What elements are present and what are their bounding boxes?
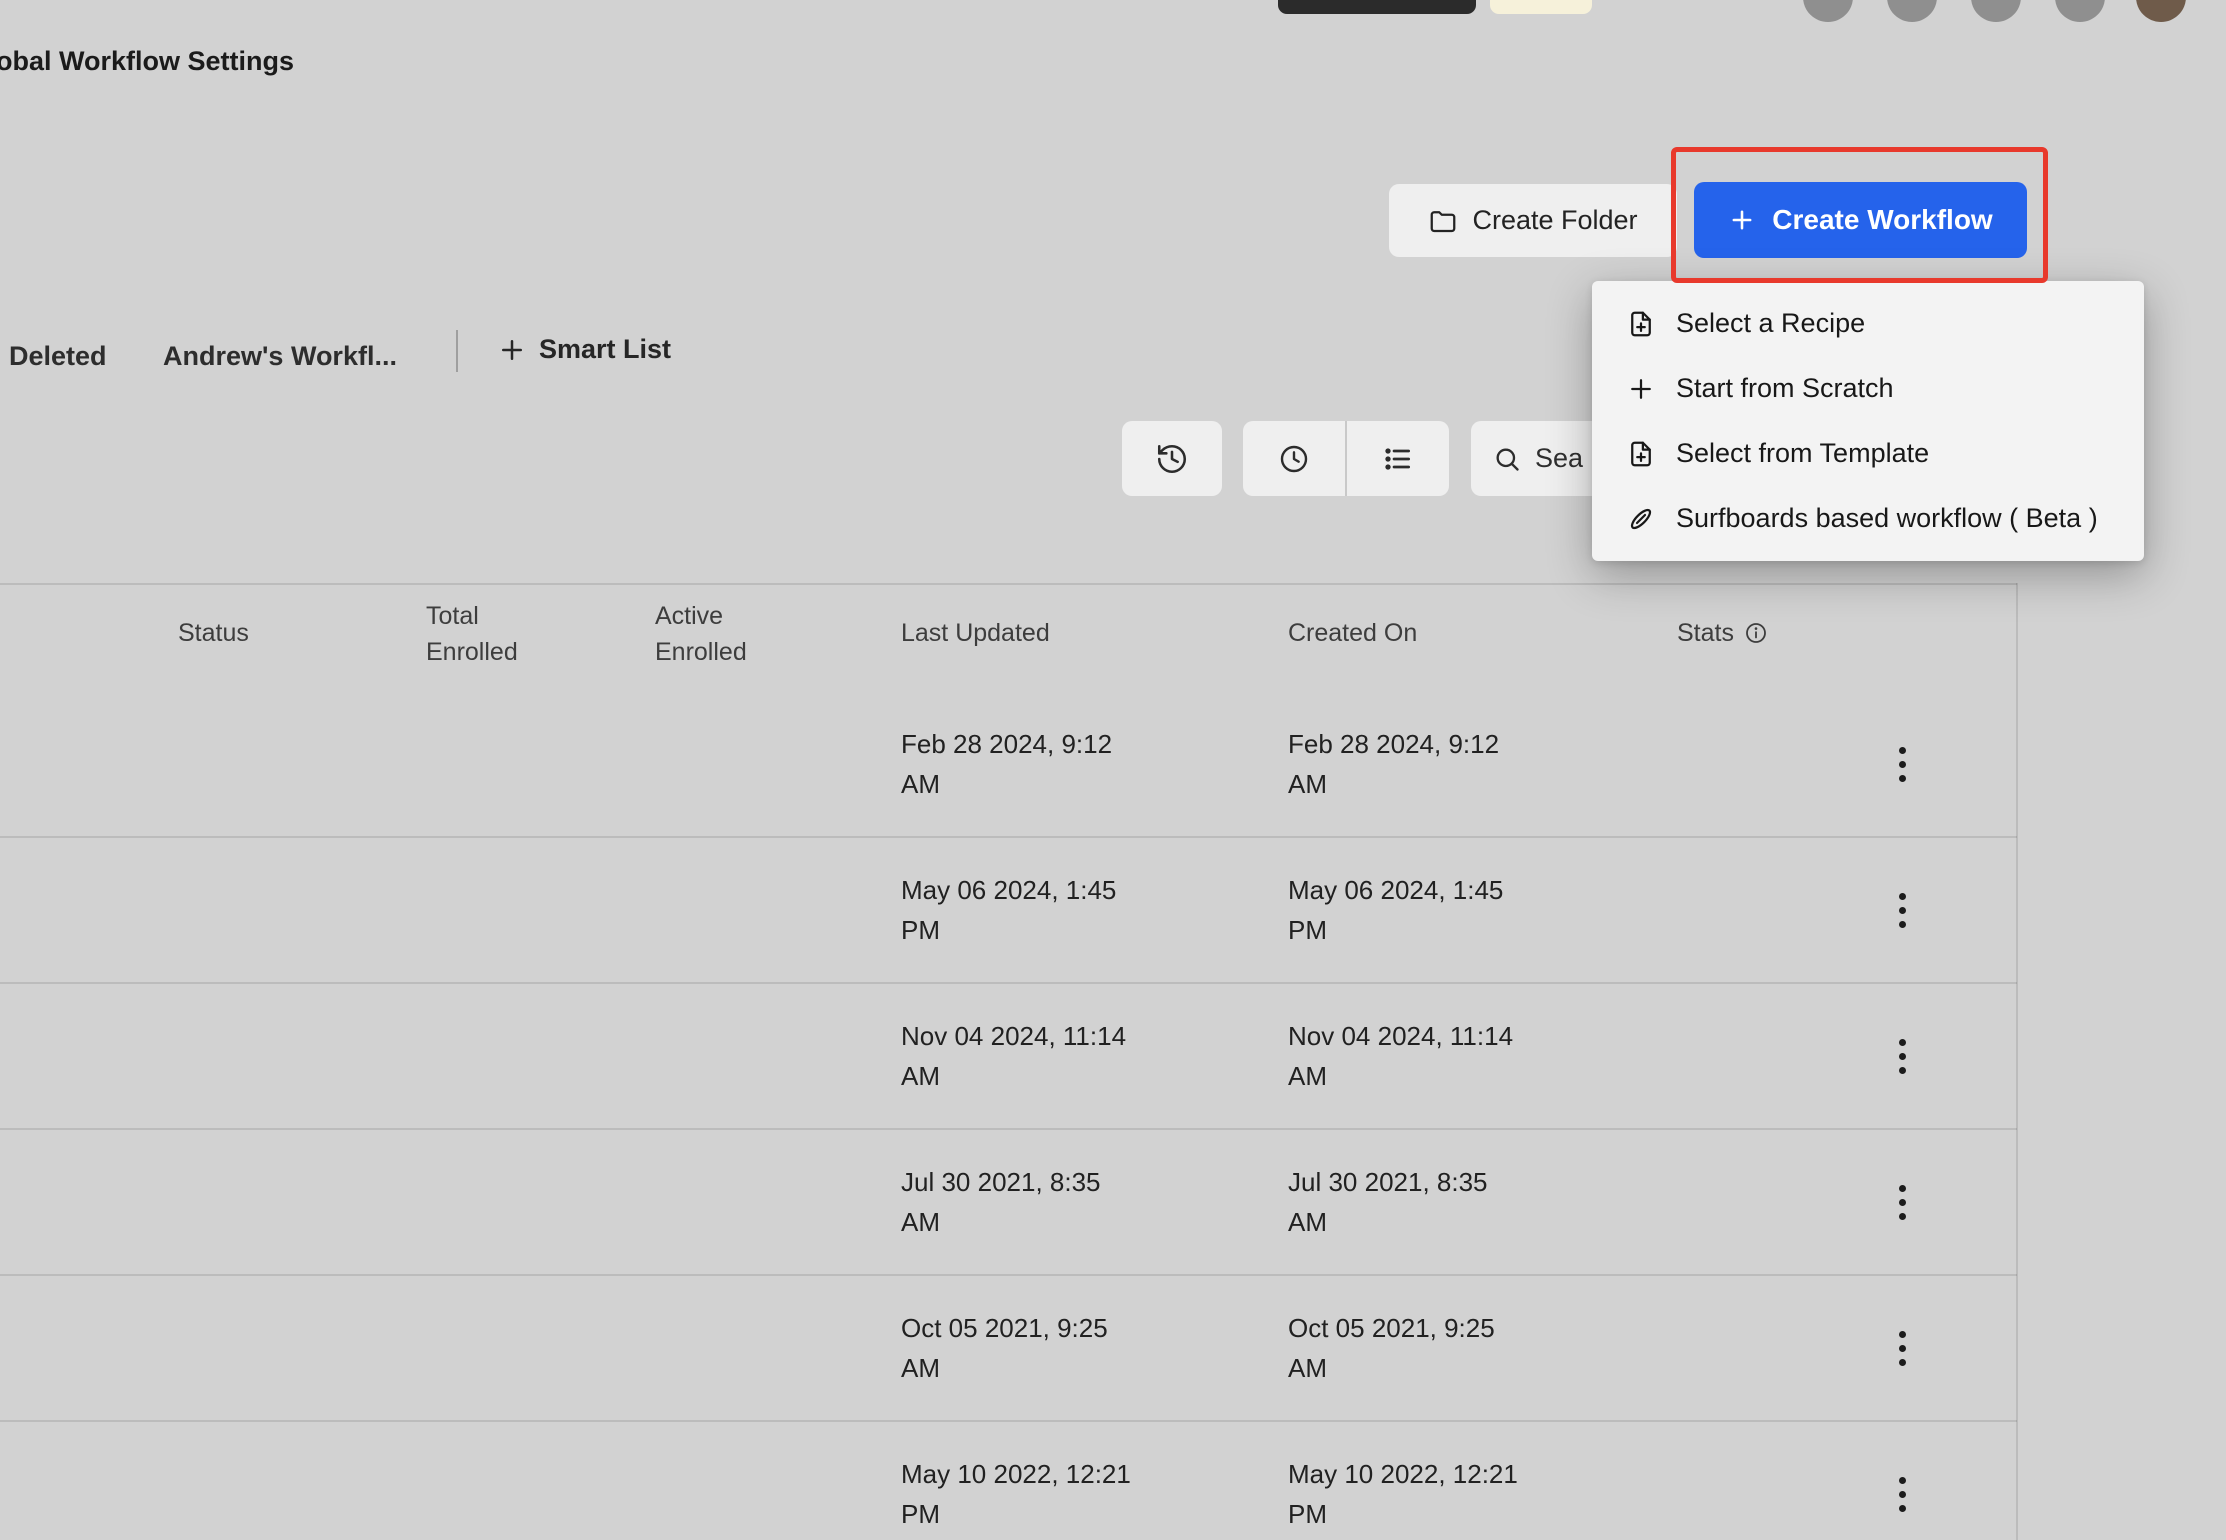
avatar[interactable] bbox=[1971, 0, 2021, 22]
clock-icon bbox=[1278, 443, 1310, 475]
column-header-total-enrolled: Total Enrolled bbox=[426, 602, 518, 666]
topbar-partial-button[interactable] bbox=[1278, 0, 1476, 14]
row-actions-kebab-icon[interactable] bbox=[1878, 722, 1926, 806]
table-row[interactable]: May 10 2022, 12:21 PM May 10 2022, 12:21… bbox=[0, 1422, 2017, 1540]
avatar[interactable] bbox=[1887, 0, 1937, 22]
row-actions-kebab-icon[interactable] bbox=[1878, 1452, 1926, 1536]
create-folder-label: Create Folder bbox=[1472, 205, 1638, 235]
avatar[interactable] bbox=[1803, 0, 1853, 22]
created-on-cell: Jul 30 2021, 8:35 AM bbox=[1288, 1167, 1488, 1237]
surfboard-icon bbox=[1626, 504, 1656, 534]
create-workflow-button[interactable]: Create Workflow bbox=[1694, 182, 2027, 258]
plus-icon bbox=[1728, 206, 1756, 234]
search-value: Sea bbox=[1535, 443, 1584, 473]
column-header-stats: Stats bbox=[1677, 615, 1768, 651]
column-header-created-on: Created On bbox=[1288, 619, 1418, 647]
menu-item-label: Select a Recipe bbox=[1676, 308, 1866, 338]
tab-deleted[interactable]: Deleted bbox=[9, 341, 107, 372]
topbar-partial-badge[interactable] bbox=[1490, 0, 1592, 14]
folder-icon bbox=[1428, 206, 1458, 236]
created-on-cell: May 06 2024, 1:45 PM bbox=[1288, 875, 1504, 945]
table-row[interactable]: Feb 28 2024, 9:12 AM Feb 28 2024, 9:12 A… bbox=[0, 692, 2017, 838]
created-on-cell: Oct 05 2021, 9:25 AM bbox=[1288, 1313, 1495, 1383]
recent-view-toggle[interactable] bbox=[1243, 421, 1345, 496]
row-actions-kebab-icon[interactable] bbox=[1878, 1306, 1926, 1390]
plus-icon bbox=[1626, 374, 1656, 404]
tab-andrews-workflows[interactable]: Andrew's Workfl... bbox=[163, 341, 397, 372]
workflows-page: obal Workflow Settings Create Folder Cre… bbox=[0, 0, 2226, 1540]
row-actions-kebab-icon[interactable] bbox=[1878, 1014, 1926, 1098]
plus-icon bbox=[497, 335, 527, 365]
list-icon bbox=[1382, 443, 1414, 475]
created-on-cell: May 10 2022, 12:21 PM bbox=[1288, 1459, 1518, 1529]
view-toggle bbox=[1243, 421, 1449, 496]
info-icon[interactable] bbox=[1744, 621, 1768, 645]
avatar[interactable] bbox=[2136, 0, 2186, 22]
search-icon bbox=[1493, 445, 1521, 473]
create-workflow-label: Create Workflow bbox=[1772, 204, 1993, 235]
last-updated-cell: Oct 05 2021, 9:25 AM bbox=[901, 1313, 1108, 1383]
add-smart-list-button[interactable]: Smart List bbox=[497, 334, 671, 365]
row-actions-kebab-icon[interactable] bbox=[1878, 868, 1926, 952]
menu-item-surfboards-workflow[interactable]: Surfboards based workflow ( Beta ) bbox=[1592, 486, 2144, 551]
table-row[interactable]: May 06 2024, 1:45 PM May 06 2024, 1:45 P… bbox=[0, 838, 2017, 984]
history-button[interactable] bbox=[1122, 421, 1222, 496]
table-row[interactable]: Oct 05 2021, 9:25 AM Oct 05 2021, 9:25 A… bbox=[0, 1276, 2017, 1422]
row-actions-kebab-icon[interactable] bbox=[1878, 1160, 1926, 1244]
history-icon bbox=[1155, 442, 1189, 476]
menu-item-label: Select from Template bbox=[1676, 438, 1930, 468]
last-updated-cell: May 10 2022, 12:21 PM bbox=[901, 1459, 1131, 1529]
file-plus-icon bbox=[1626, 309, 1656, 339]
menu-item-start-from-scratch[interactable]: Start from Scratch bbox=[1592, 356, 2144, 421]
smart-list-label: Smart List bbox=[539, 334, 672, 364]
file-template-icon bbox=[1626, 439, 1656, 469]
table-row[interactable]: Jul 30 2021, 8:35 AM Jul 30 2021, 8:35 A… bbox=[0, 1130, 2017, 1276]
last-updated-cell: Jul 30 2021, 8:35 AM bbox=[901, 1167, 1101, 1237]
column-header-active-enrolled: Active Enrolled bbox=[655, 602, 747, 666]
last-updated-cell: Feb 28 2024, 9:12 AM bbox=[901, 729, 1113, 799]
menu-item-label: Surfboards based workflow ( Beta ) bbox=[1676, 503, 2098, 533]
page-title: obal Workflow Settings bbox=[0, 46, 295, 76]
create-workflow-menu: Select a Recipe Start from Scratch Selec… bbox=[1592, 281, 2144, 561]
menu-item-select-template[interactable]: Select from Template bbox=[1592, 421, 2144, 486]
created-on-cell: Nov 04 2024, 11:14 AM bbox=[1288, 1021, 1514, 1091]
last-updated-cell: May 06 2024, 1:45 PM bbox=[901, 875, 1117, 945]
avatar[interactable] bbox=[2055, 0, 2105, 22]
create-folder-button[interactable]: Create Folder bbox=[1389, 184, 1677, 257]
column-header-last-updated: Last Updated bbox=[901, 619, 1050, 647]
tab-divider bbox=[456, 330, 458, 372]
menu-item-label: Start from Scratch bbox=[1676, 373, 1894, 403]
table-row[interactable]: Nov 04 2024, 11:14 AM Nov 04 2024, 11:14… bbox=[0, 984, 2017, 1130]
list-view-toggle[interactable] bbox=[1345, 421, 1449, 496]
menu-item-select-recipe[interactable]: Select a Recipe bbox=[1592, 291, 2144, 356]
column-header-status: Status bbox=[178, 619, 249, 647]
table-top-border bbox=[0, 583, 2017, 585]
workflow-table-body: Feb 28 2024, 9:12 AM Feb 28 2024, 9:12 A… bbox=[0, 692, 2017, 1540]
stats-header-label: Stats bbox=[1677, 619, 1734, 647]
created-on-cell: Feb 28 2024, 9:12 AM bbox=[1288, 729, 1500, 799]
last-updated-cell: Nov 04 2024, 11:14 AM bbox=[901, 1021, 1127, 1091]
